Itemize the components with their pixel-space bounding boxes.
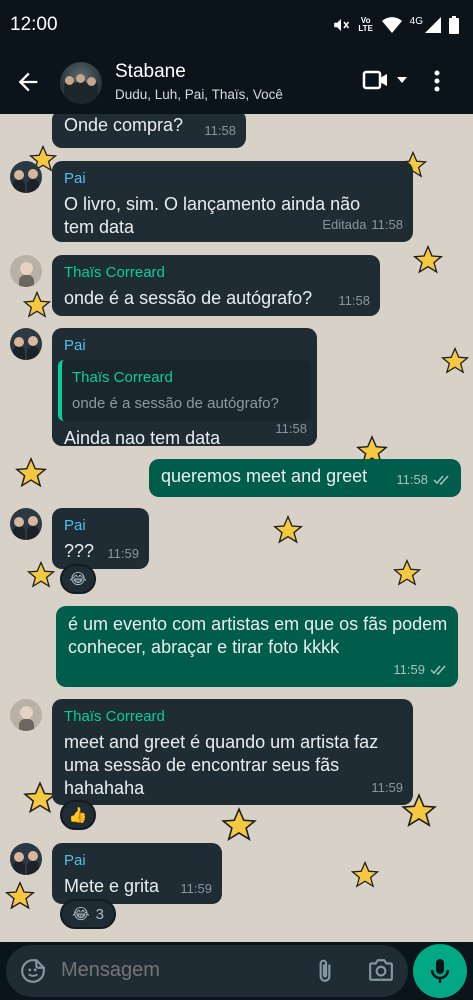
message-time: 11:58: [371, 217, 403, 232]
message-bubble[interactable]: Thaïs Correard onde é a sessão de autógr…: [52, 255, 380, 316]
wallpaper-star-icon: [350, 860, 380, 888]
wallpaper-star-icon: [26, 560, 56, 588]
wallpaper-star-icon: [15, 457, 47, 488]
message-sender[interactable]: Pai: [64, 167, 401, 190]
laughing-emoji-icon: 😂: [69, 571, 87, 588]
wifi-icon: [381, 17, 402, 33]
status-time: 12:00: [10, 14, 58, 35]
wallpaper-star-icon: [272, 514, 304, 544]
message-time: 11:59: [180, 881, 212, 896]
message-bubble[interactable]: é um evento com artistas em que os fãs p…: [56, 606, 458, 687]
message-text: onde é a sessão de autógrafo?: [64, 288, 313, 308]
back-arrow-icon[interactable]: [14, 68, 42, 96]
message-sender[interactable]: Pai: [64, 849, 210, 872]
message-bubble[interactable]: Pai Mete e grita 11:59: [52, 843, 222, 904]
avatar-pai[interactable]: [10, 161, 42, 193]
sticker-icon[interactable]: [20, 958, 46, 984]
message-meta: 11:58: [275, 417, 307, 440]
message-time: 11:58: [338, 293, 370, 308]
group-members[interactable]: Dudu, Luh, Pai, Thaïs, Você: [115, 87, 283, 102]
status-bar: 12:00 Vo LTE 4G: [0, 0, 473, 52]
message-meta: 11:58: [396, 468, 451, 491]
message-meta: Editada 11:58: [322, 213, 403, 236]
wallpaper-star-icon: [440, 346, 470, 374]
message-bubble[interactable]: Pai Thaïs Correard onde é a sessão de au…: [52, 328, 317, 448]
wallpaper-star-icon: [392, 558, 422, 586]
message-input-container[interactable]: [6, 945, 408, 997]
message-bubble[interactable]: Thaïs Correard meet and greet é quando u…: [52, 699, 413, 805]
wallpaper-star-icon: [4, 880, 36, 910]
double-check-icon: [433, 475, 449, 485]
mute-icon: [333, 19, 349, 31]
wallpaper-star-icon: [221, 807, 257, 841]
avatar-thais[interactable]: [10, 255, 42, 287]
avatar-thais[interactable]: [10, 699, 42, 731]
quoted-text: onde é a sessão de autógrafo?: [72, 395, 279, 412]
message-meta: 11:59: [107, 542, 139, 565]
chat-header: Stabane Dudu, Luh, Pai, Thaïs, Você: [0, 52, 473, 114]
status-icons: Vo LTE 4G: [332, 16, 459, 34]
volte-indicator: Vo LTE: [358, 16, 373, 33]
group-avatar[interactable]: [60, 62, 102, 104]
message-time: 11:58: [396, 472, 428, 487]
message-sender[interactable]: Thaïs Correard: [64, 261, 368, 284]
battery-icon: [449, 16, 459, 34]
thumbs-up-emoji-icon: 👍: [68, 807, 88, 824]
message-time: 11:58: [275, 421, 307, 436]
message-meta: 11:59: [393, 658, 448, 681]
voice-record-button[interactable]: [413, 944, 467, 998]
chevron-down-icon: [397, 77, 407, 83]
message-meta: 11:58: [204, 119, 236, 142]
microphone-icon: [430, 959, 450, 983]
reaction-badge[interactable]: 😂: [60, 564, 96, 594]
reaction-badge[interactable]: 👍: [60, 800, 96, 830]
double-check-icon: [430, 665, 446, 675]
message-time: 11:59: [393, 662, 425, 677]
avatar-pai[interactable]: [10, 843, 42, 875]
edited-label: Editada: [322, 217, 367, 232]
quoted-sender: Thaïs Correard: [72, 369, 173, 386]
message-text: é um evento com artistas em que os fãs p…: [68, 614, 448, 657]
message-sender[interactable]: Pai: [64, 514, 137, 537]
message-bubble[interactable]: Onde compra? 11:58: [52, 114, 246, 148]
input-bar: [0, 942, 473, 1000]
attach-paperclip-icon[interactable]: [314, 958, 336, 984]
message-meta: 11:59: [180, 877, 212, 900]
message-meta: 11:58: [338, 289, 370, 312]
laughing-emoji-icon: 😂: [72, 906, 90, 923]
message-bubble[interactable]: Pai O livro, sim. O lançamento ainda não…: [52, 161, 413, 242]
message-text: Onde compra?: [64, 115, 184, 135]
quoted-message[interactable]: Thaïs Correard onde é a sessão de autógr…: [58, 360, 311, 421]
reaction-count: 3: [95, 905, 104, 923]
message-time: 11:59: [371, 780, 403, 795]
message-meta: 11:59: [371, 776, 403, 799]
network-label: 4G: [409, 15, 423, 27]
message-sender[interactable]: Thaïs Correard: [64, 705, 401, 728]
message-bubble[interactable]: queremos meet and greet 11:58: [149, 459, 461, 497]
camera-icon[interactable]: [368, 958, 394, 982]
video-call-button[interactable]: [362, 70, 408, 90]
wallpaper-star-icon: [412, 244, 444, 274]
message-time: 11:59: [107, 546, 139, 561]
message-input[interactable]: [61, 959, 301, 982]
message-text: meet and greet é quando um artista faz u…: [64, 732, 379, 798]
message-bubble[interactable]: Pai ??? 11:59: [52, 508, 149, 569]
more-options-icon[interactable]: [434, 69, 440, 93]
reaction-badge[interactable]: 😂 3: [60, 899, 116, 929]
chat-area[interactable]: Onde compra? 11:58 Pai O livro, sim. O l…: [0, 114, 473, 942]
wallpaper-star-icon: [22, 290, 52, 318]
avatar-pai[interactable]: [10, 328, 42, 360]
message-sender[interactable]: Pai: [58, 334, 311, 357]
video-camera-icon: [362, 70, 387, 90]
signal-icon: [425, 17, 441, 33]
message-time: 11:58: [204, 123, 236, 138]
message-text: Ainda nao tem data: [64, 428, 221, 448]
avatar-pai[interactable]: [10, 508, 42, 540]
group-name[interactable]: Stabane: [115, 61, 186, 83]
